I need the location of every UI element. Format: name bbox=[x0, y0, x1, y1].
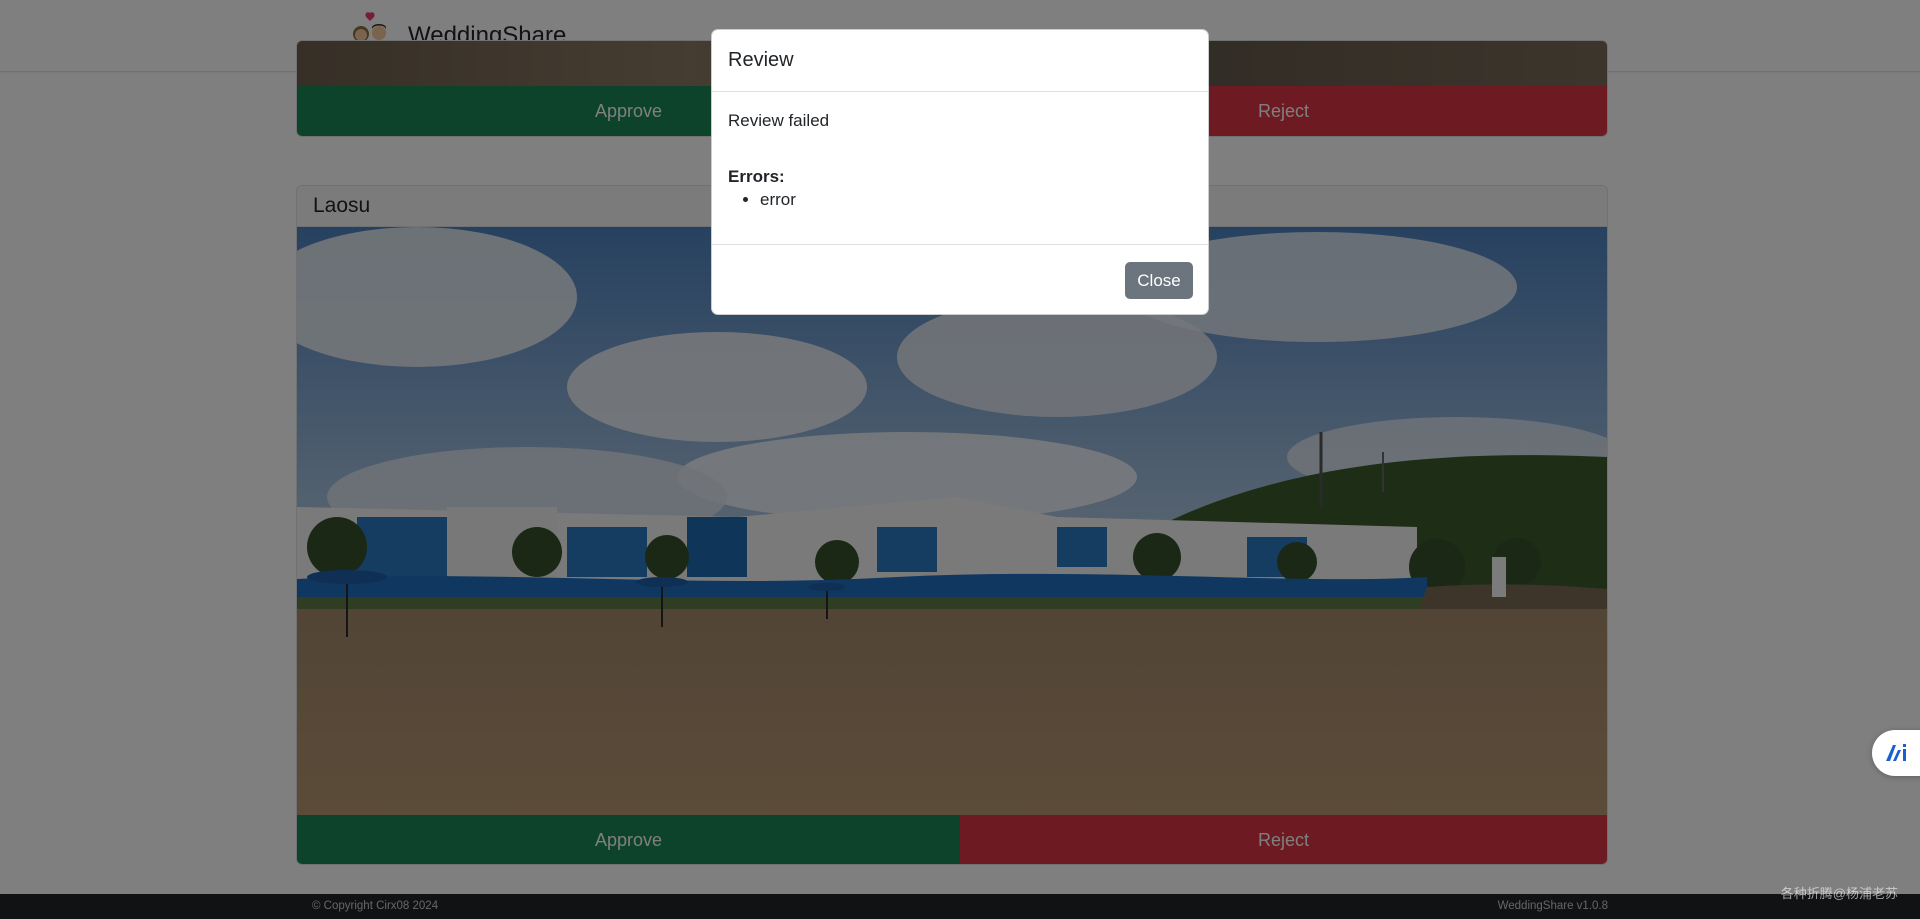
ai-assistant-icon bbox=[1886, 744, 1906, 761]
errors-list: error bbox=[760, 188, 1192, 212]
modal-body: Review failed Errors: error bbox=[712, 92, 1208, 244]
close-button[interactable]: Close bbox=[1125, 262, 1193, 299]
error-item: error bbox=[760, 188, 1192, 212]
ai-assistant-widget[interactable] bbox=[1872, 730, 1920, 776]
modal-title: Review bbox=[728, 49, 794, 71]
review-modal: Review Review failed Errors: error Close bbox=[711, 29, 1209, 315]
watermark: 各种折腾@杨浦老苏 bbox=[1780, 886, 1898, 901]
errors-label: Errors: bbox=[728, 167, 785, 186]
modal-header: Review bbox=[712, 30, 1208, 92]
modal-footer: Close bbox=[712, 244, 1208, 314]
modal-message: Review failed bbox=[728, 111, 830, 130]
